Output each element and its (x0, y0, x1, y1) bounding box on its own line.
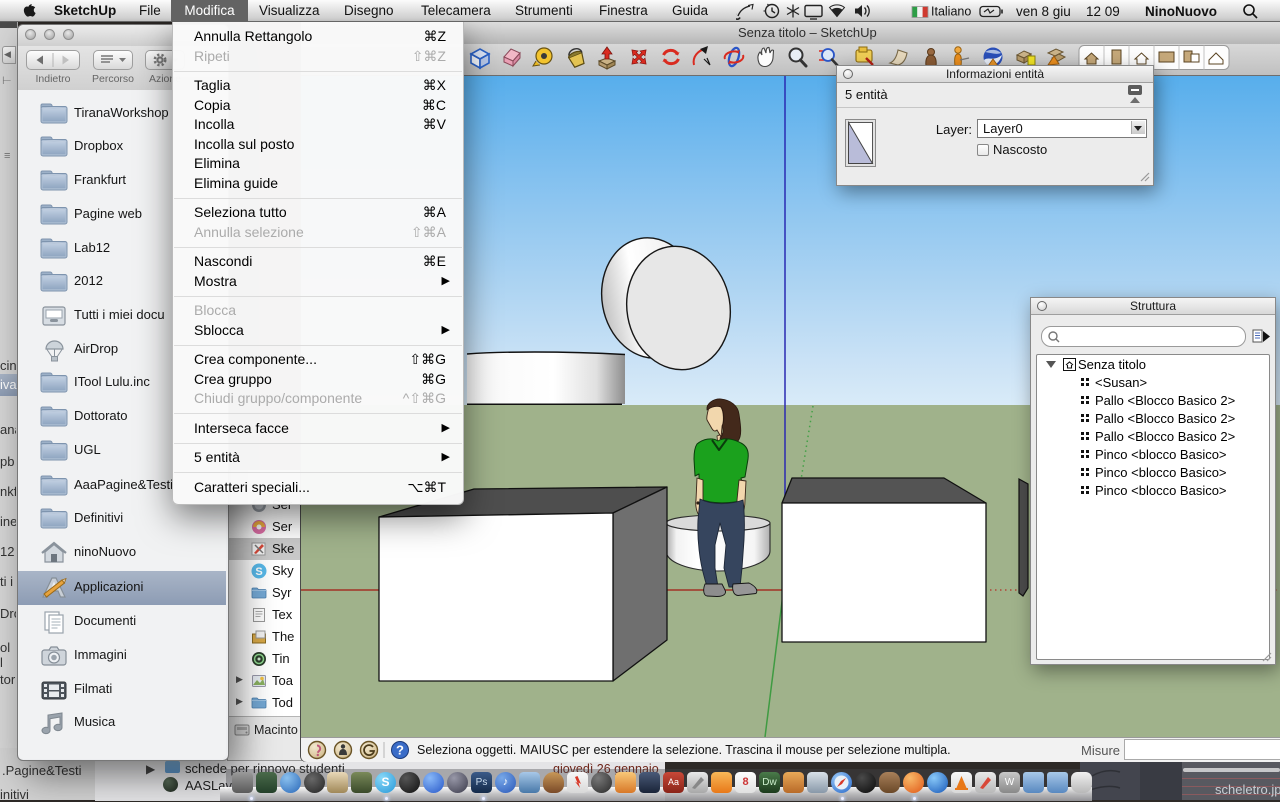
svg-text:NinoNuovo: NinoNuovo (1145, 4, 1217, 19)
svg-text:?: ? (396, 743, 404, 758)
svg-text:ven 8 giu: ven 8 giu (1016, 4, 1071, 19)
svg-text:S: S (255, 566, 262, 578)
svg-text:12 09: 12 09 (1086, 4, 1120, 19)
svg-text:Italiano: Italiano (931, 5, 971, 19)
